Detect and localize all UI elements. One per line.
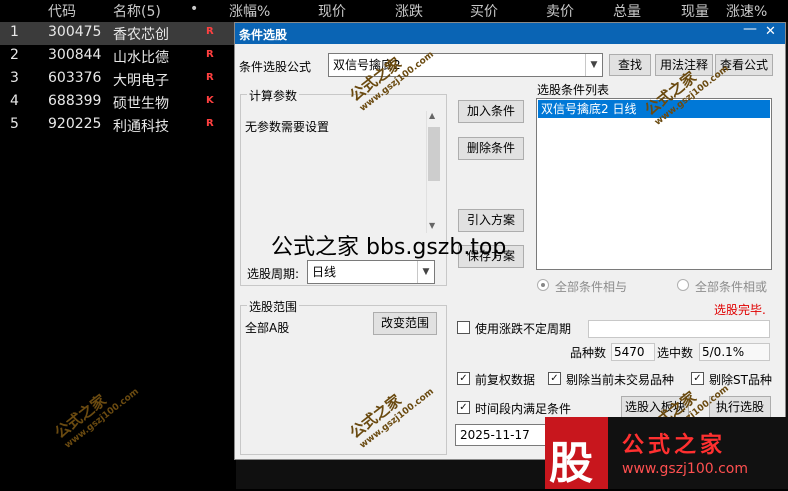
- row-index: 3: [10, 70, 19, 86]
- stock-name: 大明电子: [113, 73, 169, 89]
- table-row[interactable]: 4 688399 硕世生物 K: [0, 91, 236, 114]
- scroll-up-icon[interactable]: ▲: [429, 111, 435, 120]
- row-index: 2: [10, 47, 19, 63]
- range-value: 全部A股: [245, 321, 290, 335]
- margin-flag: R: [206, 49, 214, 60]
- date-input[interactable]: 2025-11-17: [455, 424, 557, 446]
- range-group-title: 选股范围: [247, 298, 300, 315]
- condition-list[interactable]: 双信号擒底2 日线: [536, 98, 772, 270]
- formula-label: 条件选股公式: [239, 60, 312, 74]
- dialog-title: 条件选股: [239, 28, 288, 42]
- stock-code: 300844: [48, 47, 102, 63]
- params-group-title: 计算参数: [247, 87, 300, 104]
- params-scrollbar[interactable]: ▲ ▼: [426, 111, 443, 233]
- center-watermark-text: 公式之家 bbs.gszb.top: [271, 235, 507, 260]
- margin-flag: K: [206, 95, 214, 106]
- watermark: 公式之家 www.gszj100.com: [50, 370, 141, 451]
- stock-name: 硕世生物: [113, 96, 169, 112]
- stock-code: 300475: [48, 24, 102, 40]
- col-change[interactable]: 涨跌: [395, 1, 423, 21]
- scrollbar-thumb[interactable]: [428, 127, 440, 181]
- stock-code: 920225: [48, 116, 102, 132]
- time-range-label: 时间段内满足条件: [475, 402, 572, 416]
- badge-stock-icon: 股: [545, 417, 608, 489]
- period-label: 选股周期:: [247, 267, 300, 281]
- table-row[interactable]: 2 300844 山水比德 R: [0, 45, 236, 68]
- col-ask[interactable]: 卖价: [546, 1, 574, 21]
- column-header-bar: 代码 名称(5) • 涨幅% 现价 涨跌 买价 卖价 总量 现量 涨速%: [0, 0, 788, 22]
- table-row[interactable]: 1 300475 香农芯创 R: [0, 22, 236, 45]
- col-code[interactable]: 代码: [48, 1, 76, 21]
- row-index: 4: [10, 93, 19, 109]
- dialog-titlebar[interactable]: 条件选股 — ✕: [235, 21, 785, 44]
- uncertain-period-label: 使用涨跌不定周期: [475, 322, 572, 336]
- params-text: 无参数需要设置: [245, 120, 330, 134]
- col-current-vol[interactable]: 现量: [681, 1, 709, 21]
- stock-code: 688399: [48, 93, 102, 109]
- uncertain-period-checkbox[interactable]: [457, 321, 470, 334]
- fq-data-checkbox[interactable]: ✓: [457, 372, 470, 385]
- row-index: 5: [10, 116, 19, 132]
- add-condition-button[interactable]: 加入条件: [458, 100, 524, 123]
- badge-char: 股: [549, 438, 593, 489]
- badge-body: 公式之家 www.gszj100.com: [608, 417, 788, 489]
- col-name[interactable]: 名称(5): [113, 1, 161, 21]
- col-speed[interactable]: 涨速%: [726, 1, 767, 21]
- count-label: 品种数: [570, 346, 607, 360]
- margin-flag: R: [206, 118, 214, 129]
- selected-value: 5/0.1%: [699, 343, 770, 361]
- period-value: 日线: [312, 265, 337, 279]
- margin-flag: R: [206, 72, 214, 83]
- radio-all-and[interactable]: [537, 279, 549, 291]
- change-range-button[interactable]: 改变范围: [373, 312, 437, 335]
- selected-label: 选中数: [657, 346, 694, 360]
- time-range-checkbox[interactable]: ✓: [457, 401, 470, 414]
- condition-list-label: 选股条件列表: [537, 83, 610, 97]
- badge-title: 公式之家: [622, 433, 727, 458]
- fq-data-label: 前复权数据: [475, 373, 536, 387]
- count-value: 5470: [611, 343, 655, 361]
- exclude-untraded-label: 剔除当前未交易品种: [566, 373, 675, 387]
- table-row[interactable]: 5 920225 利通科技 R: [0, 114, 236, 137]
- radio-all-and-label: 全部条件相与: [555, 280, 628, 294]
- find-button[interactable]: 查找: [609, 54, 651, 76]
- table-row[interactable]: 3 603376 大明电子 R: [0, 68, 236, 91]
- uncertain-period-field[interactable]: [588, 320, 770, 338]
- row-index: 1: [10, 24, 19, 40]
- stock-name: 山水比德: [113, 50, 169, 66]
- col-change-pct[interactable]: 涨幅%: [229, 1, 270, 21]
- chevron-down-icon[interactable]: ▼: [417, 261, 434, 283]
- minimize-icon[interactable]: —: [743, 21, 757, 37]
- stock-name: 利通科技: [113, 119, 169, 135]
- radio-all-or[interactable]: [677, 279, 689, 291]
- margin-flag: R: [206, 26, 214, 37]
- stock-code: 603376: [48, 70, 102, 86]
- radio-all-or-label: 全部条件相或: [695, 280, 768, 294]
- badge-url: www.gszj100.com: [622, 461, 749, 477]
- col-bid[interactable]: 买价: [470, 1, 498, 21]
- close-icon[interactable]: ✕: [765, 24, 776, 39]
- col-price[interactable]: 现价: [318, 1, 346, 21]
- chevron-down-icon[interactable]: ▼: [585, 54, 602, 76]
- exclude-untraded-checkbox[interactable]: ✓: [548, 372, 561, 385]
- col-dot[interactable]: •: [190, 1, 198, 17]
- delete-condition-button[interactable]: 删除条件: [458, 137, 524, 160]
- status-text: 选股完毕.: [714, 303, 766, 317]
- col-volume[interactable]: 总量: [613, 1, 641, 21]
- stock-name: 香农芯创: [113, 27, 169, 43]
- date-value: 2025-11-17: [460, 428, 530, 442]
- site-badge-logo: 股 公式之家 www.gszj100.com: [545, 417, 788, 489]
- period-select[interactable]: 日线 ▼: [307, 260, 435, 284]
